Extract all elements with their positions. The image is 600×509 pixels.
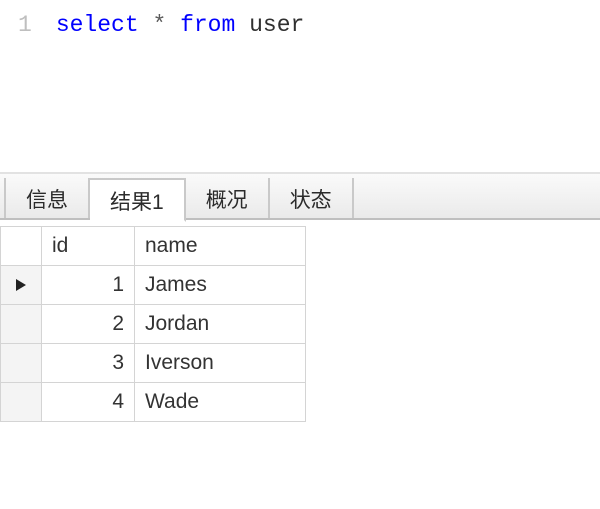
table-row[interactable]: 1 James	[1, 266, 306, 305]
table-row[interactable]: 2 Jordan	[1, 305, 306, 344]
line-number: 1	[18, 12, 32, 38]
current-row-indicator-icon	[1, 266, 42, 305]
table-row[interactable]: 4 Wade	[1, 383, 306, 422]
tab-label: 状态	[290, 189, 332, 212]
tab-label: 概况	[206, 189, 248, 212]
tab-label: 结果1	[110, 191, 164, 214]
tab-info[interactable]: 信息	[4, 178, 90, 218]
results-grid[interactable]: id name 1 James 2 Jordan 3 Iverson	[0, 226, 306, 422]
tab-label: 信息	[26, 189, 68, 212]
cell-id[interactable]: 3	[42, 344, 135, 383]
keyword-select: select	[56, 12, 139, 38]
cell-id[interactable]: 1	[42, 266, 135, 305]
cell-id[interactable]: 2	[42, 305, 135, 344]
column-header-name[interactable]: name	[135, 227, 306, 266]
star-token: *	[152, 12, 166, 38]
column-header-id[interactable]: id	[42, 227, 135, 266]
cell-name[interactable]: Jordan	[135, 305, 306, 344]
cell-id[interactable]: 4	[42, 383, 135, 422]
results-grid-wrap: id name 1 James 2 Jordan 3 Iverson	[0, 220, 600, 422]
identifier-user: user	[249, 12, 304, 38]
sql-editor[interactable]: 1 select * from user	[0, 0, 600, 172]
header-row: id name	[1, 227, 306, 266]
tab-result1[interactable]: 结果1	[90, 178, 186, 222]
cell-name[interactable]: Wade	[135, 383, 306, 422]
sql-code[interactable]: select * from user	[56, 10, 305, 172]
row-header	[1, 344, 42, 383]
cell-name[interactable]: James	[135, 266, 306, 305]
row-header	[1, 383, 42, 422]
line-number-gutter: 1	[18, 10, 32, 172]
table-row[interactable]: 3 Iverson	[1, 344, 306, 383]
cell-name[interactable]: Iverson	[135, 344, 306, 383]
tab-status[interactable]: 状态	[270, 178, 354, 218]
results-tabbar: 信息 结果1 概况 状态	[0, 172, 600, 220]
row-header	[1, 305, 42, 344]
tab-profile[interactable]: 概况	[186, 178, 270, 218]
keyword-from: from	[180, 12, 235, 38]
row-header-blank	[1, 227, 42, 266]
